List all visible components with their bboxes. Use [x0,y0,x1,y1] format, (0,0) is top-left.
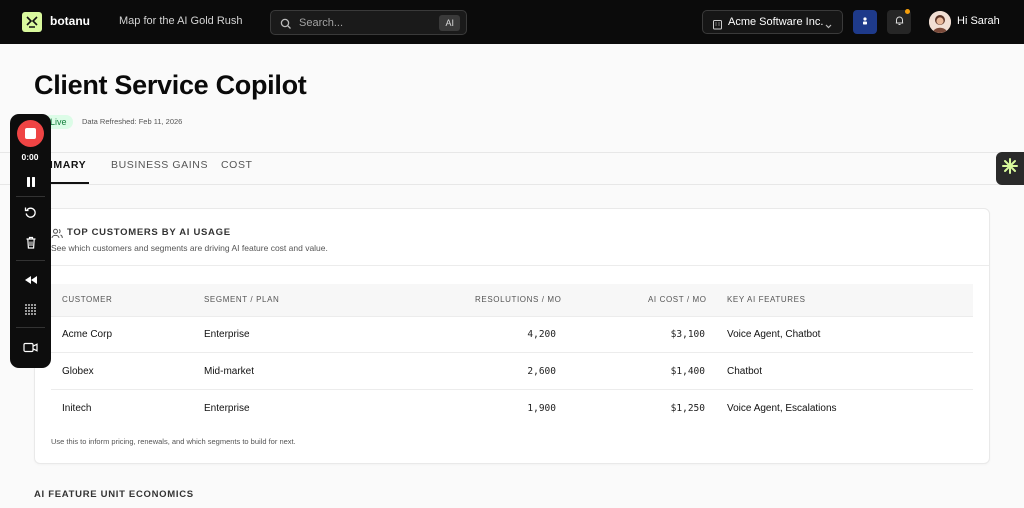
cell-features: Voice Agent, Chatbot [727,329,821,340]
search-input[interactable] [299,15,419,31]
section-title-unit-economics: AI FEATURE UNIT ECONOMICS [34,489,194,500]
card-footnote: Use this to inform pricing, renewals, an… [51,437,296,446]
notification-dot [905,9,910,14]
rewind-icon[interactable] [21,271,40,288]
tabs-divider-bottom [0,184,1024,185]
chevron-down-icon [824,18,833,36]
notifications-button[interactable] [887,9,911,34]
card-title: TOP CUSTOMERS BY AI USAGE [67,227,231,238]
trash-icon[interactable] [21,234,40,251]
data-refreshed-text: Data Refreshed: Feb 11, 2026 [82,117,183,126]
extension-button[interactable] [853,10,877,34]
assistant-button[interactable] [996,152,1024,185]
page-title: Client Service Copilot [34,70,307,100]
col-ai-cost[interactable]: AI COST / MO [648,295,707,304]
org-switcher[interactable]: Acme Software Inc. [702,10,843,34]
cell-ai-cost: $1,400 [670,366,705,377]
tab-cost[interactable]: COST [221,159,253,171]
cell-customer: Acme Corp [62,329,113,340]
cell-resolutions: 4,200 [527,329,556,340]
global-search[interactable]: AI [270,10,467,35]
cell-features: Voice Agent, Escalations [727,403,837,414]
avatar[interactable] [929,11,951,33]
cell-segment: Enterprise [204,329,250,340]
cell-features: Chatbot [727,366,763,377]
cell-segment: Enterprise [204,403,250,414]
cell-resolutions: 1,900 [527,403,556,414]
pause-icon[interactable] [21,173,40,190]
users-icon [51,226,63,244]
cell-segment: Mid-market [204,366,255,377]
recorder-divider [16,196,45,197]
nav-tagline-link[interactable]: Map for the AI Gold Rush [119,15,243,27]
botanu-logo-icon[interactable] [22,12,42,32]
col-resolutions[interactable]: RESOLUTIONS / MO [475,295,562,304]
tabs-divider-top [0,152,1024,153]
extension-icon [860,13,870,31]
col-customer[interactable]: CUSTOMER [62,295,112,304]
card-divider [35,265,989,266]
dots-grid-icon[interactable] [21,301,40,318]
stop-recording-button[interactable] [17,120,44,147]
col-key-features[interactable]: KEY AI FEATURES [727,295,806,304]
row-divider [51,316,973,317]
cell-ai-cost: $1,250 [670,403,705,414]
org-name: Acme Software Inc. [728,16,824,28]
brand-name[interactable]: botanu [50,14,90,28]
tab-business-gains[interactable]: BUSINESS GAINS [111,159,208,171]
camera-icon[interactable] [21,339,40,356]
top-nav: botanu Map for the AI Gold Rush AI Acme … [0,0,1024,44]
card-subtitle: See which customers and segments are dri… [51,243,328,253]
user-greeting[interactable]: Hi Sarah [957,15,1000,27]
cell-ai-cost: $3,100 [670,329,705,340]
ai-search-chip[interactable]: AI [439,15,460,31]
building-icon [712,17,723,35]
stop-icon [25,128,36,139]
search-icon [280,17,292,35]
row-divider [51,352,973,353]
cell-customer: Initech [62,403,92,414]
recorder-divider [16,327,45,328]
row-divider [51,389,973,390]
cell-resolutions: 2,600 [527,366,556,377]
bell-icon [894,13,905,31]
recording-timer: 0:00 [21,152,39,162]
sparkle-icon [1001,157,1019,180]
cell-customer: Globex [62,366,94,377]
restart-icon[interactable] [21,204,40,221]
recorder-divider [16,260,45,261]
col-segment[interactable]: SEGMENT / PLAN [204,295,279,304]
